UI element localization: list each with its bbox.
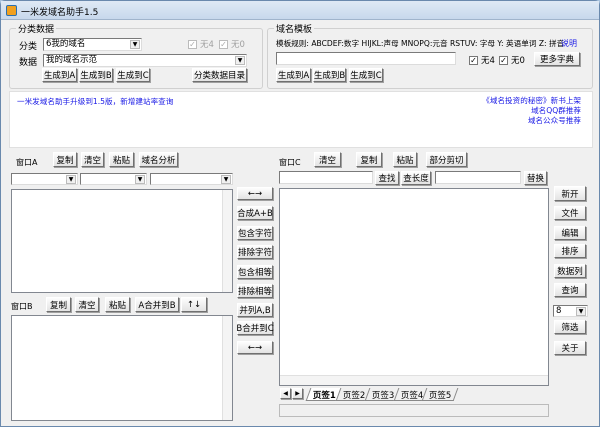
a-filter-select-3[interactable]: ▼ [150,173,233,185]
replace-button[interactable]: 替换 [524,171,547,185]
no4-checkbox[interactable]: ✓ 无4 [469,54,495,66]
c-paste-button[interactable]: 粘贴 [393,152,417,167]
number-select[interactable]: 8 ▼ [553,305,588,317]
category-label: 分类 [19,42,38,52]
find-input[interactable] [279,171,373,184]
window-c-label: 窗口C [279,158,301,167]
replace-input[interactable] [435,171,521,184]
a-filter-select-1[interactable]: ▼ [11,173,78,185]
notice-right-links: 《域名投资的秘密》新书上架 域名QQ群推荐 域名公众号推荐 [482,96,581,126]
horizontal-scrollbar[interactable] [280,375,548,385]
window-c-textarea[interactable] [279,188,549,386]
tab-scroll-left-button[interactable]: ◀ [280,388,291,399]
b-clear-button[interactable]: 清空 [75,297,99,312]
scrollbar[interactable] [222,190,232,292]
data-select[interactable]: 我的域名示范 ▼ [43,54,247,67]
data-value: 我的域名示范 [46,55,98,65]
find-length-button[interactable]: 查长度 [401,171,431,185]
chevron-down-icon: ▼ [235,56,245,65]
app-icon [6,5,17,16]
exclude-equal-button[interactable]: 排除相等 [237,284,273,298]
more-dict-button[interactable]: 更多字典 [534,52,580,66]
include-chars-button[interactable]: 包含字符 [237,226,273,240]
c-partial-cut-button[interactable]: 部分剪切 [426,152,467,167]
b-merge-to-c-button[interactable]: B合并到C [236,321,274,335]
category-group-legend: 分类数据 [16,22,57,35]
data-columns-button[interactable]: 数据列 [554,264,586,278]
a-paste-button[interactable]: 粘贴 [109,152,134,167]
qq-group-link[interactable]: 域名QQ群推荐 [482,106,581,116]
no0-label: 无0 [511,56,525,66]
new-button[interactable]: 新开 [554,186,586,201]
no0-checkbox-disabled: ✓ 无0 [219,38,245,50]
window-a-label: 窗口A [16,158,38,167]
sort-button[interactable]: 排序 [554,244,586,258]
gen-to-b-button[interactable]: 生成到B [79,68,113,82]
no4-label: 无4 [481,56,495,66]
number-select-value: 8 [556,306,562,316]
a-clear-button[interactable]: 清空 [81,152,104,167]
file-button[interactable]: 文件 [554,206,586,220]
tpl-gen-to-a-button[interactable]: 生成到A [276,68,311,82]
window-title: 一米发域名助手1.5 [21,8,99,18]
find-button[interactable]: 查找 [375,171,399,185]
a-filter-select-2[interactable]: ▼ [80,173,147,185]
wechat-link[interactable]: 域名公众号推荐 [482,116,581,126]
swap-ab-button[interactable]: ←→ [237,187,273,200]
title-bar: 一米发域名助手1.5 [1,1,599,20]
no4-label: 无4 [200,40,214,50]
category-value: 6我的域名 [46,39,86,49]
no0-label: 无0 [231,40,245,50]
c-clear-button[interactable]: 清空 [314,152,341,167]
chevron-down-icon: ▼ [221,175,231,184]
tpl-gen-to-c-button[interactable]: 生成到C [349,68,383,82]
tab-page-5[interactable]: 页签5 [421,388,459,401]
window-a-textarea[interactable] [11,189,233,293]
edit-button[interactable]: 编辑 [554,226,586,240]
check-icon: ✓ [188,39,197,49]
book-link[interactable]: 《域名投资的秘密》新书上架 [482,96,581,106]
data-label: 数据 [19,58,38,68]
window-b-label: 窗口B [11,302,33,311]
a-analyze-button[interactable]: 域名分析 [139,152,178,167]
exclude-chars-button[interactable]: 排除字符 [237,245,273,259]
chevron-down-icon: ▼ [130,40,140,49]
tab-scroll-right-button[interactable]: ▶ [292,388,303,399]
query-button[interactable]: 查询 [554,283,586,297]
gen-to-a-button[interactable]: 生成到A [42,68,77,82]
template-group-legend: 域名模板 [274,22,315,35]
template-rules: 模板规则: ABCDEF:数字 HIJKL:声母 MNOPQ:元音 RSTUV:… [276,39,565,48]
a-copy-button[interactable]: 复制 [53,152,77,167]
swap-bc-button[interactable]: ←→ [237,341,273,354]
status-field [279,404,549,417]
check-icon: ✓ [469,55,478,65]
about-button[interactable]: 关于 [554,341,586,355]
window-b-textarea[interactable] [11,315,233,421]
template-input[interactable] [276,52,456,65]
check-icon: ✓ [499,55,508,65]
swap-up-down-button[interactable]: ↑↓ [181,297,207,312]
tpl-gen-to-b-button[interactable]: 生成到B [313,68,346,82]
b-paste-button[interactable]: 粘贴 [105,297,130,312]
help-link[interactable]: 说明 [561,38,577,49]
combine-ab-button[interactable]: 合成A+B [237,206,273,220]
check-icon: ✓ [219,39,228,49]
parallel-ab-button[interactable]: 并列A,B [237,303,273,317]
gen-to-c-button[interactable]: 生成到C [116,68,150,82]
chevron-down-icon: ▼ [66,175,76,184]
category-catalog-button[interactable]: 分类数据目录 [192,68,247,82]
b-copy-button[interactable]: 复制 [46,297,71,312]
scrollbar[interactable] [222,316,232,420]
filter-button[interactable]: 筛选 [554,320,586,334]
app-window: 一米发域名助手1.5 分类数据 分类 6我的域名 ▼ ✓ 无4 ✓ 无0 数据 我的域… [0,0,600,427]
chevron-down-icon: ▼ [135,175,145,184]
chevron-down-icon: ▼ [576,307,586,316]
a-merge-to-b-button[interactable]: A合并到B [135,297,179,312]
c-copy-button[interactable]: 复制 [356,152,382,167]
include-equal-button[interactable]: 包含相等 [237,265,273,279]
no4-checkbox-disabled: ✓ 无4 [188,38,214,50]
no0-checkbox[interactable]: ✓ 无0 [499,54,525,66]
notice-upgrade-link[interactable]: 一米发域名助手升级到1.5版，新增建站率查询 [17,96,173,107]
category-select[interactable]: 6我的域名 ▼ [43,38,142,51]
